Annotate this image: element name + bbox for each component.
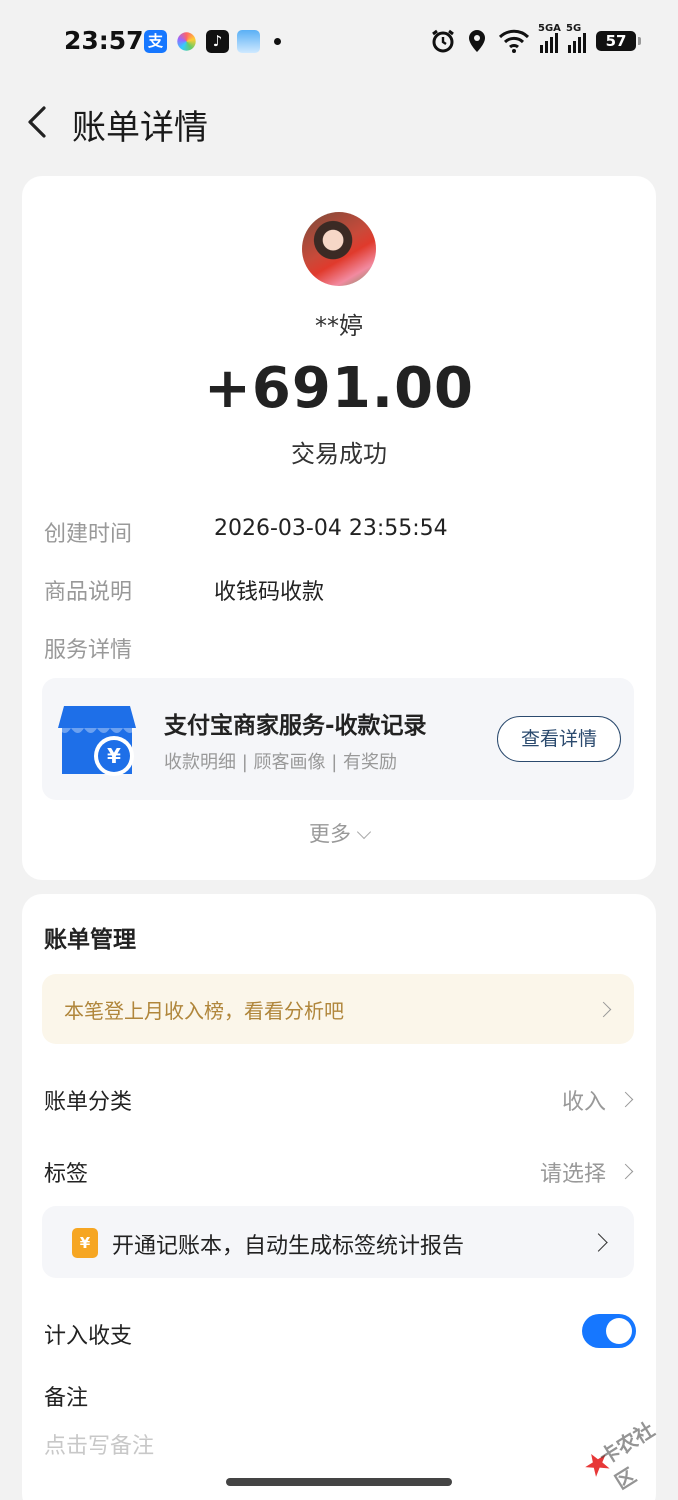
chevron-right-icon: [595, 1001, 612, 1018]
merchant-service-banner[interactable]: ¥ 支付宝商家服务-收款记录 收款明细 | 顾客画像 | 有奖励 查看详情: [42, 678, 634, 800]
note-input[interactable]: 点击写备注: [44, 1428, 154, 1460]
created-time-label: 创建时间: [44, 522, 133, 547]
alarm-icon: [432, 29, 454, 53]
chevron-right-icon: [589, 1233, 608, 1252]
tag-value: 请选择: [539, 1162, 606, 1187]
wifi-icon: [498, 29, 530, 53]
battery-icon: 57: [596, 31, 641, 51]
goods-desc-label: 商品说明: [44, 580, 133, 605]
chevron-right-icon: [617, 1163, 634, 1180]
include-income-expense-toggle[interactable]: [582, 1314, 636, 1348]
svg-text:¥: ¥: [107, 744, 121, 768]
signal-5g-icon: 5G: [566, 23, 586, 53]
watermark-text: 卡农社区: [595, 1417, 659, 1495]
status-app-icons: 支 ♪: [144, 30, 281, 53]
location-icon: [469, 30, 485, 52]
goods-desc-value: 收钱码收款: [214, 580, 325, 605]
nav-bar: 账单详情: [0, 84, 678, 160]
ledger-promo-text: 开通记账本，自动生成标签统计报告: [112, 1234, 465, 1259]
income-rank-tip-text: 本笔登上月收入榜，看看分析吧: [64, 999, 344, 1023]
merchant-store-icon: ¥: [58, 706, 136, 776]
bill-management-card: 账单管理 本笔登上月收入榜，看看分析吧 账单分类 收入 标签 请选择 ¥ 开通记…: [22, 894, 656, 1500]
created-time-value: 2026-03-04 23:55:54: [214, 516, 448, 541]
bill-category-value: 收入: [561, 1090, 606, 1115]
service-subtitle: 收款明细 | 顾客画像 | 有奖励: [164, 752, 398, 773]
note-label: 备注: [44, 1386, 89, 1411]
status-time: 23:57: [64, 26, 144, 55]
chevron-down-icon: [356, 824, 372, 840]
more-label: 更多: [309, 822, 351, 846]
tiktok-app-icon: ♪: [206, 30, 229, 53]
signal-5ga-icon: 5GA: [538, 23, 561, 53]
income-rank-tip[interactable]: 本笔登上月收入榜，看看分析吧: [42, 974, 634, 1044]
status-indicators: 5GA 5G 57: [430, 23, 641, 54]
service-details-label: 服务详情: [44, 638, 133, 663]
transaction-card: **婷 +691.00 交易成功 创建时间 2026-03-04 23:55:5…: [22, 176, 656, 880]
payer-avatar[interactable]: [302, 212, 376, 286]
transaction-amount: +691.00: [203, 356, 475, 421]
more-notifications-dot: [274, 38, 281, 45]
ledger-promo-banner[interactable]: ¥ 开通记账本，自动生成标签统计报告: [42, 1206, 634, 1278]
page-title: 账单详情: [72, 108, 208, 148]
tag-label: 标签: [44, 1162, 89, 1187]
alipay-app-icon: 支: [144, 30, 167, 53]
transaction-status: 交易成功: [291, 440, 387, 468]
include-income-expense-label: 计入收支: [44, 1324, 133, 1349]
weather-app-icon: [237, 30, 260, 53]
photos-app-icon: [177, 32, 196, 51]
service-title: 支付宝商家服务-收款记录: [164, 713, 427, 739]
chevron-right-icon: [617, 1091, 634, 1108]
bill-category-label: 账单分类: [44, 1090, 133, 1115]
view-details-button[interactable]: 查看详情: [497, 716, 621, 762]
more-toggle[interactable]: 更多: [22, 818, 656, 848]
back-arrow-icon[interactable]: [22, 102, 52, 142]
bill-management-title: 账单管理: [44, 927, 136, 953]
ledger-icon: ¥: [72, 1228, 98, 1258]
payer-name: **婷: [315, 312, 363, 340]
status-bar: 23:57 支 ♪ 5GA 5G 57: [0, 0, 678, 84]
home-indicator[interactable]: [226, 1478, 452, 1486]
